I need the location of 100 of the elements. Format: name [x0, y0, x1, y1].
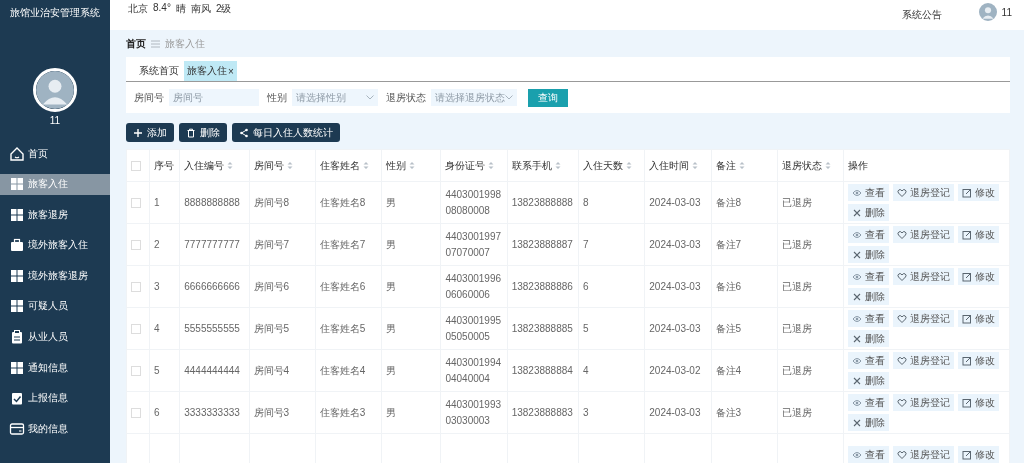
table-cell: 2: [154, 239, 160, 250]
edit-icon: [962, 397, 973, 408]
table-cell: 住客姓名8: [319, 196, 366, 208]
checkbox[interactable]: [131, 160, 141, 171]
input-field[interactable]: 房间号: [169, 89, 259, 106]
eye-icon: [852, 313, 863, 324]
sort-icon: [488, 161, 495, 171]
checkbox[interactable]: [131, 197, 141, 208]
view-button[interactable]: 查看: [848, 446, 890, 463]
edit-button[interactable]: 修改: [958, 352, 1000, 369]
column-header[interactable]: 身份证号: [440, 149, 508, 182]
delete-button[interactable]: 删除: [848, 330, 890, 347]
column-header[interactable]: 住客姓名: [315, 149, 382, 182]
column-header[interactable]: 退房状态: [777, 149, 844, 182]
table-cell: 2024-03-02: [649, 365, 701, 376]
view-button[interactable]: 查看: [848, 310, 890, 327]
weather-text: 2级: [215, 2, 232, 16]
sidebar-item[interactable]: 从业人员: [0, 326, 110, 348]
close-icon: [852, 249, 863, 260]
sidebar-item[interactable]: 旅客退房: [0, 204, 110, 226]
close-icon[interactable]: ×: [228, 65, 234, 77]
table-cell: 2024-03-03: [649, 323, 701, 334]
column-header[interactable]: 联系手机: [507, 149, 579, 182]
view-button[interactable]: 查看: [848, 352, 890, 369]
share-icon: [239, 127, 249, 138]
statistics-button[interactable]: 每日入住人数统计: [232, 123, 340, 142]
edit-button[interactable]: 修改: [958, 226, 1000, 243]
checkbox[interactable]: [131, 281, 141, 292]
table-cell: 备注8: [715, 196, 742, 208]
sidebar-item[interactable]: 境外旅客入住: [0, 234, 110, 256]
tab[interactable]: 旅客入住×: [184, 61, 237, 81]
delete-button[interactable]: 删除: [848, 204, 890, 221]
sidebar-item[interactable]: 通知信息: [0, 357, 110, 379]
notice-link[interactable]: 系统公告: [901, 8, 942, 22]
table-cell: 备注7: [715, 238, 742, 250]
checkbox[interactable]: [131, 365, 141, 376]
sidebar-item[interactable]: 我的信息: [0, 418, 110, 440]
column-header[interactable]: 入住时间: [644, 149, 712, 182]
clipboard-check-icon: [9, 390, 25, 407]
checkbox[interactable]: [131, 323, 141, 334]
edit-button[interactable]: 修改: [958, 268, 1000, 285]
edit-button[interactable]: 修改: [958, 310, 1000, 327]
table-cell-text: 440300199707070007: [445, 229, 502, 260]
checkout-button[interactable]: 退房登记: [893, 268, 955, 285]
view-button[interactable]: 查看: [848, 268, 890, 285]
heart-icon: [897, 271, 908, 282]
column-header[interactable]: 性别: [381, 149, 441, 182]
sort-icon: [692, 161, 699, 171]
table-cell: 6: [154, 407, 160, 418]
edit-icon: [962, 449, 973, 460]
view-button[interactable]: 查看: [848, 226, 890, 243]
table-cell: 6666666666: [184, 281, 240, 292]
delete-button[interactable]: 删除: [848, 246, 890, 263]
checkout-button[interactable]: 退房登记: [893, 394, 955, 411]
table-cell: 13823888886: [511, 281, 573, 292]
table-cell: 住客姓名4: [319, 364, 366, 376]
checkout-button[interactable]: 退房登记: [893, 446, 955, 463]
column-header[interactable]: 序号: [149, 149, 180, 182]
breadcrumb-item[interactable]: 首页: [126, 37, 146, 51]
table-cell: 6: [583, 281, 589, 292]
checkbox[interactable]: [131, 407, 141, 418]
heart-icon: [897, 313, 908, 324]
delete-button[interactable]: 删除: [848, 414, 890, 431]
close-icon: [852, 417, 863, 428]
table-cell: 2024-03-03: [649, 197, 701, 208]
edit-icon: [962, 271, 973, 282]
delete-button[interactable]: 删除: [179, 123, 227, 142]
table-cell: 已退房: [781, 196, 812, 208]
sidebar-item[interactable]: 上报信息: [0, 387, 110, 409]
sidebar-item[interactable]: 可疑人员: [0, 295, 110, 317]
column-header[interactable]: 操作: [843, 149, 1010, 182]
column-header[interactable]: 入住天数: [578, 149, 645, 182]
eye-icon: [852, 271, 863, 282]
table-cell: 3: [154, 281, 160, 292]
checkout-button[interactable]: 退房登记: [893, 184, 955, 201]
checkout-button[interactable]: 退房登记: [893, 352, 955, 369]
table-cell: 2024-03-03: [649, 239, 701, 250]
edit-icon: [962, 187, 973, 198]
checkout-button[interactable]: 退房登记: [893, 310, 955, 327]
sidebar-item[interactable]: 境外旅客退房: [0, 265, 110, 287]
table-cell: 男: [386, 406, 397, 418]
view-button[interactable]: 查看: [848, 184, 890, 201]
add-button[interactable]: 添加: [126, 123, 174, 142]
column-header[interactable]: 入住编号: [179, 149, 250, 182]
tab[interactable]: 系统首页: [136, 61, 182, 81]
column-header[interactable]: 房间号: [249, 149, 316, 182]
edit-button[interactable]: 修改: [958, 184, 1000, 201]
checkout-button[interactable]: 退房登记: [893, 226, 955, 243]
delete-button[interactable]: 删除: [848, 288, 890, 305]
weather-text: 北京: [128, 2, 148, 16]
checkbox[interactable]: [131, 239, 141, 250]
column-header[interactable]: 备注: [711, 149, 778, 182]
edit-button[interactable]: 修改: [958, 394, 1000, 411]
edit-button[interactable]: 修改: [958, 446, 1000, 463]
delete-button[interactable]: 删除: [848, 372, 890, 389]
view-button[interactable]: 查看: [848, 394, 890, 411]
table-cell: 5: [154, 365, 160, 376]
eye-icon: [852, 187, 863, 198]
table-cell: 备注4: [715, 364, 742, 376]
sidebar-item[interactable]: 首页: [0, 143, 110, 164]
